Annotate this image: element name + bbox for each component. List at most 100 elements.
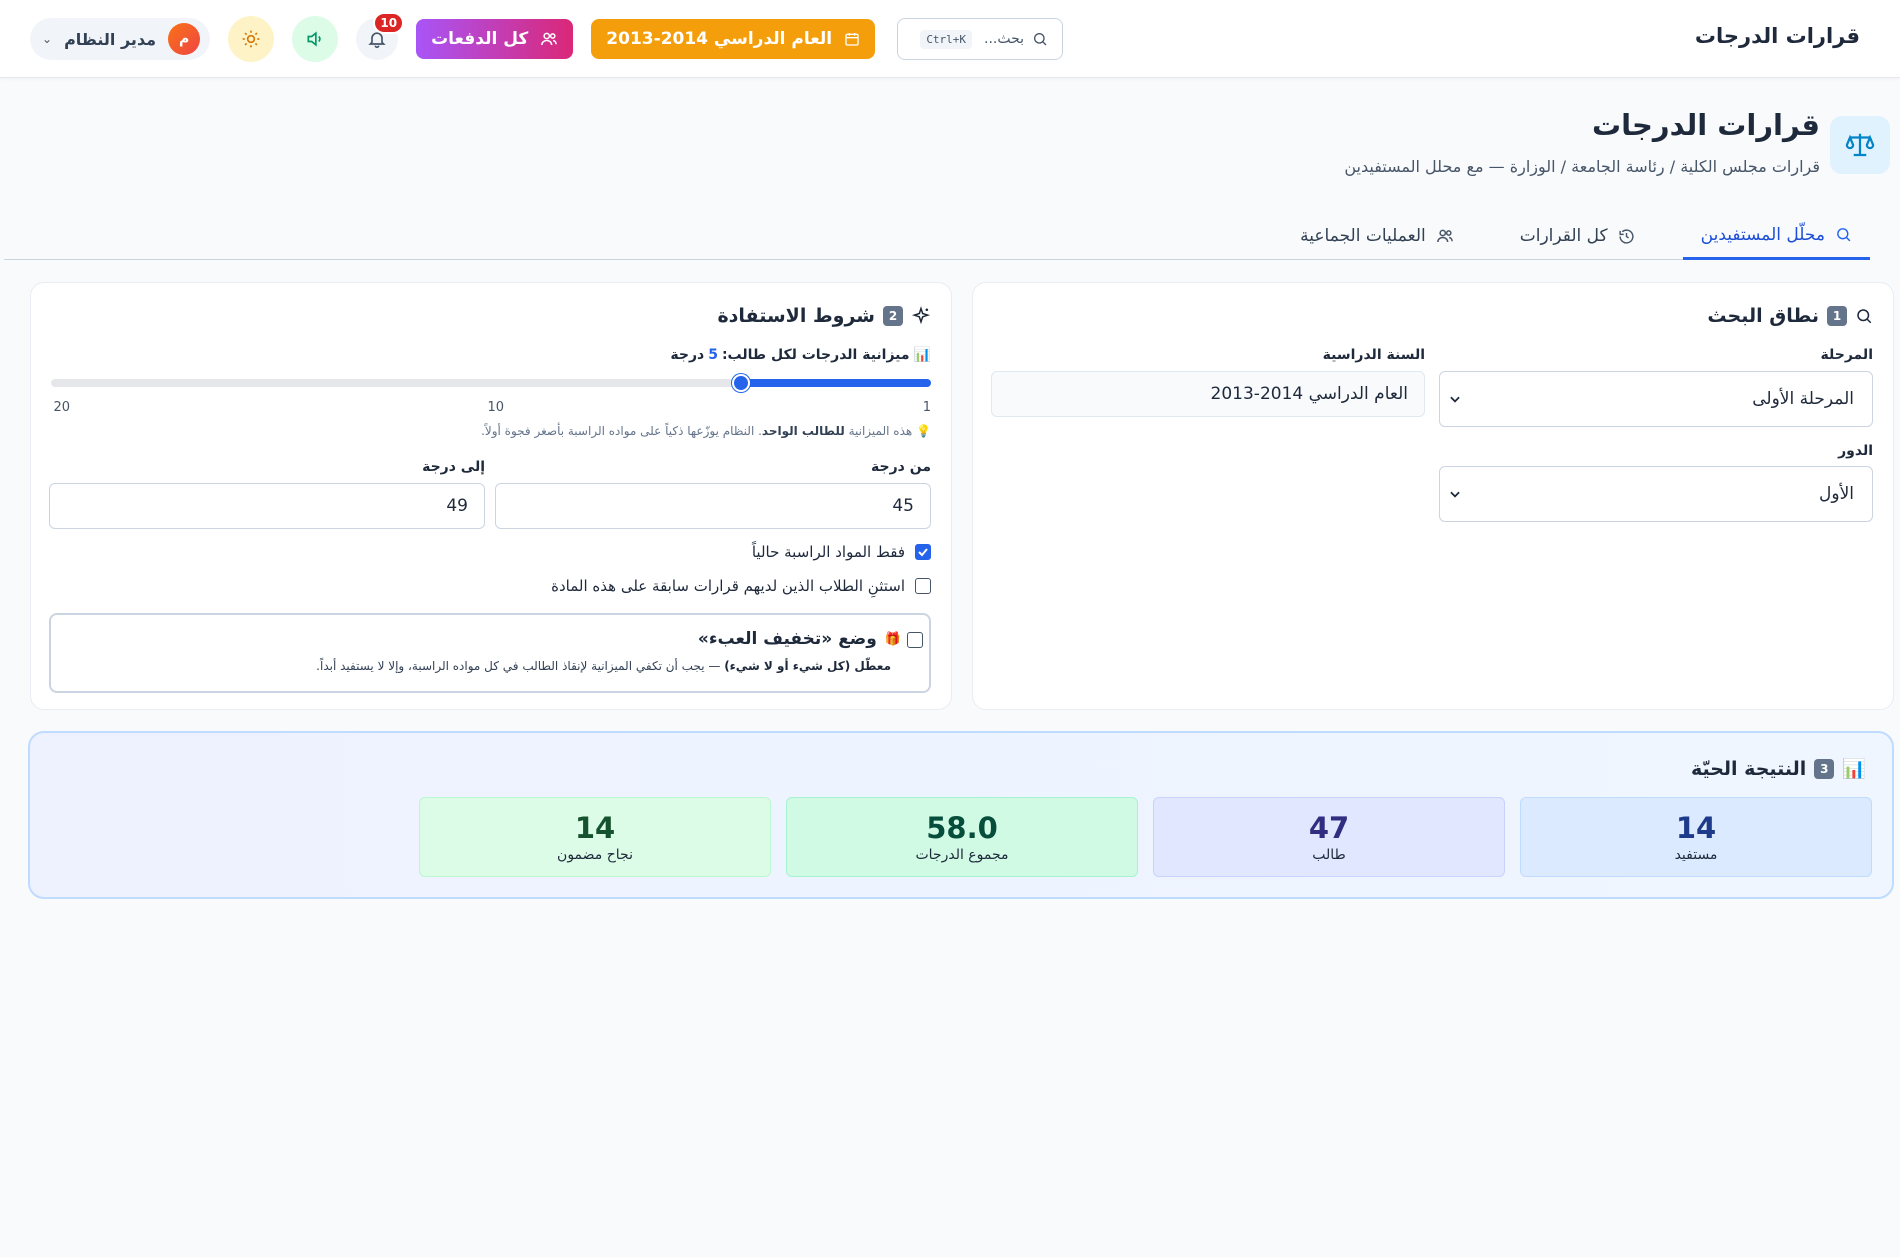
page-title: قرارات الدرجات <box>1591 108 1820 142</box>
theme-toggle-button[interactable] <box>228 16 275 62</box>
from-grade-value: 45 <box>892 496 914 516</box>
academic-year-pill[interactable]: العام الدراسي 2014-2013 <box>591 19 876 59</box>
conditions-title: 2 شروط الاستفادة <box>717 305 931 327</box>
check-icon <box>918 548 928 557</box>
batches-label: كل الدفعات <box>431 29 529 49</box>
app-title: قرارات الدرجات <box>1694 24 1860 48</box>
top-bar: قرارات الدرجات Ctrl+K العام الدراسي 2014… <box>0 0 1900 78</box>
from-grade-input[interactable]: 45 <box>495 483 931 529</box>
stage-label: المرحلة <box>1820 347 1873 363</box>
slider-tick-min: 1 <box>922 400 931 415</box>
slider-tick-max: 20 <box>53 400 70 415</box>
top-bar-actions: Ctrl+K العام الدراسي 2014-2013 كل الدفعا… <box>30 12 1064 62</box>
exclude-prior-checkbox[interactable] <box>915 578 931 594</box>
stat-beneficiaries: 14 مستفيد <box>1520 797 1872 877</box>
budget-value: 5 <box>708 347 718 363</box>
stat-label: مستفيد <box>1674 847 1718 863</box>
budget-hint: 💡 هذه الميزانية للطالب الواحد. النظام يو… <box>481 424 931 438</box>
live-result-panel: 📊 3 النتيجة الحيّة 14 مستفيد 47 طالب 58.… <box>28 731 1894 899</box>
section-title: النتيجة الحيّة <box>1690 757 1807 780</box>
history-icon <box>1619 228 1634 244</box>
calendar-icon <box>845 33 859 46</box>
tab-label: كل القرارات <box>1519 226 1608 246</box>
stat-guaranteed-pass: 14 نجاح مضمون <box>419 797 771 877</box>
tab-bar: محلّل المستفيدين كل القرارات العمليات ال… <box>4 212 1870 260</box>
chevron-down-icon: ⌄ <box>42 32 53 46</box>
tab-label: العمليات الجماعية <box>1300 226 1426 246</box>
eligibility-conditions-card: 2 شروط الاستفادة 📊 ميزانية الدرجات لكل ط… <box>30 282 952 710</box>
stage-value: المرحلة الأولى <box>1752 389 1854 409</box>
academic-year-label: العام الدراسي 2014-2013 <box>606 29 833 49</box>
sparkle-icon <box>911 306 931 325</box>
academic-year-field: العام الدراسي 2014-2013 <box>991 371 1425 417</box>
relief-mode-checkbox[interactable] <box>907 632 923 648</box>
hint-text: هذه الميزانية <box>848 424 913 438</box>
relief-mode-box: 🎁 وضع «تخفيف العبء» معطّل (كل شيء أو لا … <box>49 613 931 693</box>
users-icon <box>1436 229 1453 243</box>
tab-beneficiary-analyzer[interactable]: محلّل المستفيدين <box>1682 212 1870 260</box>
stat-label: نجاح مضمون <box>557 847 633 863</box>
step-number-badge: 1 <box>1827 306 1847 326</box>
to-grade-value: 49 <box>446 496 468 516</box>
tab-bulk-operations[interactable]: العمليات الجماعية <box>1282 212 1472 260</box>
tab-all-decisions[interactable]: كل القرارات <box>1502 212 1653 260</box>
only-failing-checkbox[interactable] <box>915 544 931 560</box>
notification-count-badge: 10 <box>373 12 405 34</box>
chart-icon: 📊 <box>913 347 931 363</box>
stat-label: طالب <box>1312 847 1346 863</box>
stat-total-grades: 58.0 مجموع الدرجات <box>786 797 1138 877</box>
stat-value: 47 <box>1308 811 1350 845</box>
slider-tick-mid: 10 <box>487 400 504 415</box>
scale-icon <box>1845 133 1875 157</box>
budget-slider-thumb[interactable] <box>731 374 750 392</box>
search-input[interactable] <box>980 31 1025 47</box>
page-subtitle: قرارات مجلس الكلية / رئاسة الجامعة / الو… <box>1344 157 1820 176</box>
stage-select[interactable]: المرحلة الأولى <box>1439 371 1873 427</box>
stat-label: مجموع الدرجات <box>915 847 1009 863</box>
relief-mode-title[interactable]: 🎁 وضع «تخفيف العبء» <box>697 629 923 649</box>
search-icon <box>1034 33 1047 46</box>
section-title: نطاق البحث <box>1707 305 1819 327</box>
user-name: مدير النظام <box>64 29 157 49</box>
search-shortcut: Ctrl+K <box>920 29 973 49</box>
page-icon <box>1830 116 1890 174</box>
budget-label-text: ميزانية الدرجات لكل طالب: <box>721 347 910 363</box>
budget-slider-fill <box>740 379 931 387</box>
budget-slider[interactable] <box>51 374 931 392</box>
hint-bold: للطالب الواحد <box>761 424 845 438</box>
section-title: شروط الاستفادة <box>717 305 875 327</box>
exclude-prior-row[interactable]: استثنِ الطلاب الذين لديهم قرارات سابقة ع… <box>551 577 931 595</box>
round-select[interactable]: الأول <box>1439 466 1873 522</box>
sound-toggle-button[interactable] <box>292 16 339 62</box>
search-icon <box>1857 309 1872 324</box>
users-icon <box>541 32 558 46</box>
notifications-button[interactable]: 10 <box>356 12 405 60</box>
academic-year-value: العام الدراسي 2014-2013 <box>1210 384 1408 404</box>
relief-mode-desc-text: — يجب أن تكفي الميزانية لإنقاذ الطالب في… <box>316 659 725 673</box>
to-grade-input[interactable]: 49 <box>49 483 485 529</box>
stat-value: 14 <box>1675 811 1717 845</box>
chevron-down-icon <box>1450 396 1460 403</box>
lightbulb-icon: 💡 <box>916 424 931 438</box>
budget-label: 📊 ميزانية الدرجات لكل طالب: 5 درجة <box>670 347 931 363</box>
from-grade-label: من درجة <box>871 459 931 475</box>
stat-value: 14 <box>574 811 616 845</box>
search-icon <box>1837 228 1851 242</box>
avatar: م <box>168 23 201 55</box>
user-menu[interactable]: ⌄ مدير النظام م <box>30 18 211 60</box>
relief-mode-description: معطّل (كل شيء أو لا شيء) — يجب أن تكفي ا… <box>316 659 891 673</box>
relief-mode-label: وضع «تخفيف العبء» <box>697 629 877 649</box>
search-box[interactable]: Ctrl+K <box>897 18 1064 60</box>
budget-unit: درجة <box>670 347 705 363</box>
chart-icon: 📊 <box>1842 758 1866 780</box>
batches-pill[interactable]: كل الدفعات <box>416 19 574 59</box>
step-number-badge: 3 <box>1814 758 1835 779</box>
step-number-badge: 2 <box>883 306 903 326</box>
speaker-icon <box>307 31 321 47</box>
round-label: الدور <box>1838 443 1873 459</box>
live-result-title: 📊 3 النتيجة الحيّة <box>1690 757 1866 781</box>
only-failing-row[interactable]: فقط المواد الراسبة حالياً <box>752 543 931 561</box>
hint-text-suffix: . النظام يوزّعها ذكياً على مواده الراسبة… <box>481 424 762 438</box>
only-failing-label: فقط المواد الراسبة حالياً <box>751 543 905 561</box>
round-value: الأول <box>1819 484 1854 504</box>
